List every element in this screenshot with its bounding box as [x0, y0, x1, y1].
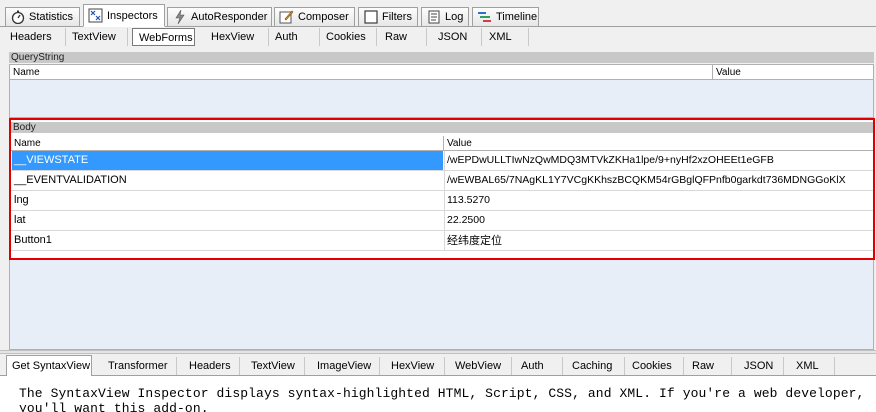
- querystring-grid[interactable]: Name Value: [9, 64, 874, 118]
- table-row[interactable]: __EVENTVALIDATION /wEWBAL65/7NAgKL1Y7VCg…: [11, 171, 873, 191]
- subtab-cookies-response[interactable]: Cookies: [626, 357, 684, 375]
- tab-composer-label: Composer: [298, 11, 349, 23]
- row-value: 经纬度定位: [444, 231, 873, 250]
- subtab-transformer[interactable]: Transformer: [102, 357, 177, 375]
- querystring-value-header[interactable]: Value: [713, 65, 873, 80]
- subtab-raw-response[interactable]: Raw: [686, 357, 732, 375]
- timeline-icon: [477, 10, 492, 25]
- row-name: __VIEWSTATE: [12, 151, 443, 170]
- row-name: __EVENTVALIDATION: [14, 174, 127, 186]
- subtab-get-syntaxview[interactable]: Get SyntaxView: [6, 355, 92, 376]
- subtab-textview-response[interactable]: TextView: [245, 357, 305, 375]
- lightning-icon: [172, 10, 187, 25]
- subtab-json[interactable]: JSON: [432, 28, 482, 46]
- row-name: lng: [14, 194, 29, 206]
- subtab-auth-response[interactable]: Auth: [515, 357, 563, 375]
- subtab-caching[interactable]: Caching: [566, 357, 625, 375]
- main-tab-strip: Statistics Inspectors AutoResponder Comp…: [0, 0, 876, 27]
- subtab-xml[interactable]: XML: [483, 28, 529, 46]
- body-value-header[interactable]: Value: [444, 136, 873, 151]
- body-section-title: Body: [11, 122, 873, 133]
- subtab-json-response[interactable]: JSON: [738, 357, 784, 375]
- subtab-hexview[interactable]: HexView: [205, 28, 269, 46]
- subtab-webview[interactable]: WebView: [449, 357, 512, 375]
- subtab-webforms[interactable]: WebForms: [132, 28, 195, 46]
- row-value: 113.5270: [444, 191, 873, 210]
- body-name-header[interactable]: Name: [11, 136, 444, 151]
- subtab-auth[interactable]: Auth: [269, 28, 320, 46]
- subtab-imageview[interactable]: ImageView: [311, 357, 380, 375]
- tab-autoresponder[interactable]: AutoResponder: [167, 7, 272, 26]
- compose-icon: [279, 10, 294, 25]
- inspectors-icon: [88, 8, 103, 23]
- tab-statistics[interactable]: Statistics: [5, 7, 80, 26]
- tab-log-label: Log: [445, 11, 464, 23]
- row-value: 22.2500: [444, 211, 873, 230]
- body-grid[interactable]: Body Name Value __VIEWSTATE /wEPDwULLTIw…: [9, 118, 875, 260]
- subtab-headers[interactable]: Headers: [4, 28, 66, 46]
- subtab-xml-response[interactable]: XML: [790, 357, 835, 375]
- tab-composer[interactable]: Composer: [274, 7, 355, 26]
- subtab-textview[interactable]: TextView: [66, 28, 128, 46]
- inspector-description-panel: The SyntaxView Inspector displays syntax…: [0, 376, 876, 412]
- table-row[interactable]: Button1 经纬度定位: [11, 231, 873, 251]
- table-row[interactable]: lng 113.5270: [11, 191, 873, 211]
- table-row[interactable]: lat 22.2500: [11, 211, 873, 231]
- table-row[interactable]: __VIEWSTATE /wEPDwULLTIwNzQwMDQ3MTVkZKHa…: [11, 151, 873, 171]
- tab-filters[interactable]: Filters: [358, 7, 418, 26]
- querystring-name-header[interactable]: Name: [10, 65, 713, 80]
- row-name: lat: [14, 214, 26, 226]
- request-inspector-tabs: Headers TextView WebForms HexView Auth C…: [0, 27, 876, 47]
- subtab-cookies[interactable]: Cookies: [320, 28, 377, 46]
- querystring-section-title: QueryString: [9, 52, 874, 63]
- row-name: Button1: [14, 234, 52, 246]
- log-icon: [426, 10, 441, 25]
- row-value: /wEWBAL65/7NAgKL1Y7VCgKKhszBCQKM54rGBglQ…: [444, 171, 873, 190]
- subtab-headers-response[interactable]: Headers: [183, 357, 240, 375]
- tab-log[interactable]: Log: [421, 7, 469, 26]
- tab-autoresponder-label: AutoResponder: [191, 11, 268, 23]
- tab-timeline-label: Timeline: [496, 11, 538, 23]
- tab-inspectors[interactable]: Inspectors: [83, 4, 165, 27]
- tab-statistics-label: Statistics: [29, 11, 74, 23]
- body-grid-empty-area: [9, 260, 874, 350]
- tab-timeline[interactable]: Timeline: [472, 7, 539, 26]
- row-value: /wEPDwULLTIwNzQwMDQ3MTVkZKHa1lpe/9+nyHf2…: [444, 151, 873, 170]
- syntaxview-description: The SyntaxView Inspector displays syntax…: [19, 386, 865, 412]
- tab-inspectors-label: Inspectors: [107, 9, 158, 22]
- stopwatch-icon: [10, 10, 25, 25]
- checkbox-icon: [363, 10, 378, 25]
- tab-filters-label: Filters: [382, 11, 412, 23]
- subtab-raw[interactable]: Raw: [379, 28, 427, 46]
- subtab-hexview-response[interactable]: HexView: [385, 357, 445, 375]
- response-inspector-tabs: Get SyntaxView Transformer Headers TextV…: [0, 354, 876, 376]
